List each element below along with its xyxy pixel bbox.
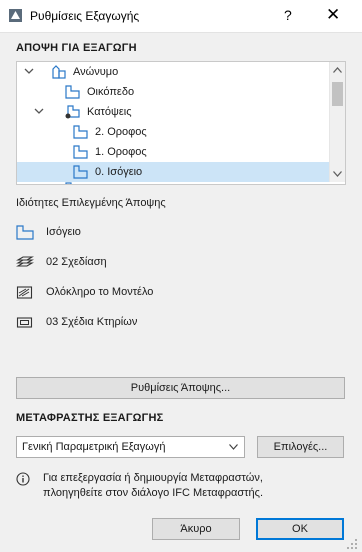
property-text: 02 Σχεδίαση — [46, 256, 107, 268]
scroll-down-arrow-icon[interactable] — [333, 171, 342, 177]
project-icon — [52, 65, 66, 79]
tree-item-floor-2[interactable]: 2. Οροφος — [17, 122, 330, 142]
scroll-up-arrow-icon[interactable] — [333, 67, 342, 73]
view-tree[interactable]: Ανώνυμο Οικόπεδο Κατόψεις 2. Οροφος 1. Ο… — [16, 61, 346, 185]
tree-item-label: 2. Οροφος — [95, 126, 147, 138]
properties-heading: Ιδιότητες Επιλεγμένης Άποψης — [16, 197, 166, 209]
floor-plan-icon — [73, 145, 88, 159]
floor-plans-folder-icon — [65, 105, 80, 119]
info-line: Για επεξεργασία ή δημιουργία Μεταφραστών… — [43, 472, 263, 484]
help-button[interactable]: ? — [284, 7, 292, 23]
layers-icon — [16, 256, 34, 267]
tree-item-label: 0. Ισόγειο — [95, 166, 143, 178]
floor-plan-icon — [73, 125, 88, 139]
view-settings-button[interactable]: Ρυθμίσεις Άποψης... — [16, 377, 345, 399]
model-filter-icon — [16, 286, 33, 299]
tree-item-label: Κατόψεις — [87, 106, 132, 118]
cancel-button[interactable]: Άκυρο — [152, 518, 240, 540]
tree-item-floor-1[interactable]: 1. Οροφος — [17, 142, 330, 162]
resize-grip-icon[interactable] — [346, 538, 358, 550]
translator-section-heading: ΜΕΤΑΦΡΑΣΤΗΣ ΕΞΑΓΩΓΗΣ — [16, 412, 164, 424]
scrollbar-thumb[interactable] — [332, 82, 343, 106]
info-icon — [16, 472, 30, 486]
tree-item-ground-floor[interactable]: 0. Ισόγειο — [17, 162, 330, 182]
translator-selected-value: Γενική Παραμετρική Εξαγωγή — [22, 441, 166, 453]
chevron-down-icon[interactable] — [33, 105, 45, 117]
ok-button[interactable]: ΟΚ — [256, 518, 344, 540]
view-section-heading: ΑΠΟΨΗ ΓΙΑ ΕΞΑΓΩΓΗ — [16, 42, 137, 54]
floor-plan-icon — [16, 225, 34, 240]
chevron-down-icon[interactable] — [23, 65, 35, 77]
translator-select[interactable]: Γενική Παραμετρική Εξαγωγή — [16, 436, 245, 458]
chevron-down-icon — [229, 444, 238, 450]
archicad-app-icon — [9, 9, 22, 22]
info-line: πλοηγηθείτε στον διάλογο IFC Μεταφραστής… — [43, 487, 263, 499]
tree-scrollbar[interactable] — [329, 62, 345, 182]
property-text: Ολόκληρο το Μοντέλο — [46, 286, 154, 298]
tree-item-label: 1. Οροφος — [95, 146, 147, 158]
floor-plan-icon — [65, 85, 80, 99]
pen-set-icon — [16, 317, 33, 328]
property-text: 03 Σχέδια Κτηρίων — [46, 316, 138, 328]
tree-item-partial — [17, 182, 330, 184]
floor-plan-icon — [65, 182, 72, 184]
tree-item-site[interactable]: Οικόπεδο — [17, 82, 330, 102]
property-text: Ισόγειο — [46, 226, 81, 238]
window-title: Ρυθμίσεις Εξαγωγής — [30, 9, 140, 23]
close-button[interactable]: ✕ — [326, 5, 340, 25]
translator-info-text: Για επεξεργασία ή δημιουργία Μεταφραστών… — [43, 471, 263, 501]
tree-item-floor-plans[interactable]: Κατόψεις — [17, 102, 330, 122]
tree-item-label: Ανώνυμο — [73, 66, 119, 78]
title-bar: Ρυθμίσεις Εξαγωγής ? ✕ — [0, 0, 362, 33]
tree-item-label: Οικόπεδο — [87, 86, 135, 98]
tree-item-project[interactable]: Ανώνυμο — [17, 62, 330, 82]
floor-plan-icon — [73, 165, 88, 179]
translator-options-button[interactable]: Επιλογές... — [257, 436, 344, 458]
